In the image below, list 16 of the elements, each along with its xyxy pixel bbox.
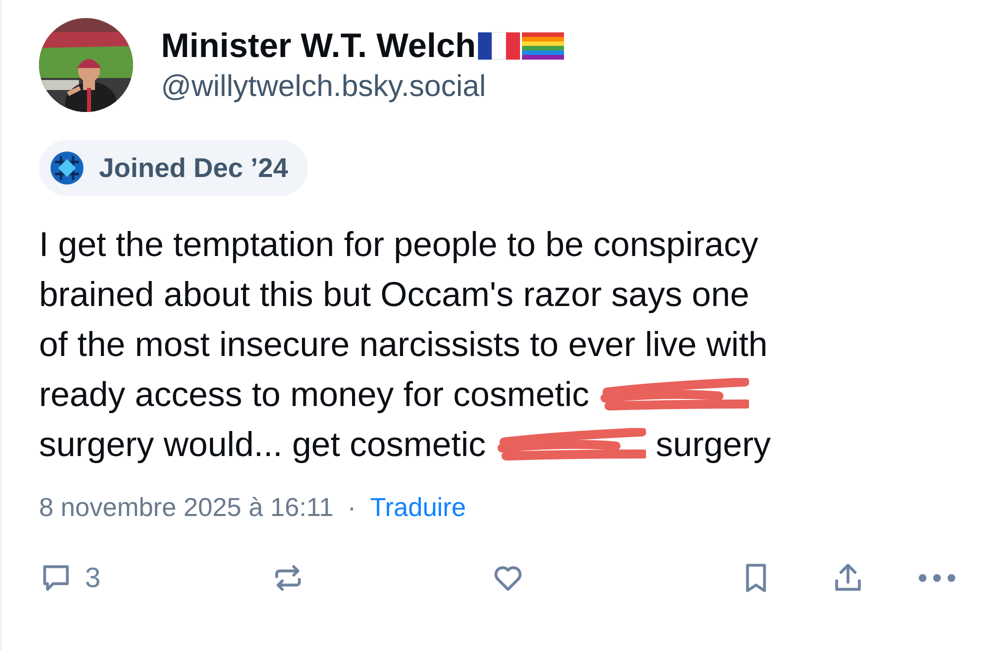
post-text: surgery would... get cosmetic: [39, 425, 486, 466]
joined-badge: Joined Dec ’24: [39, 140, 308, 196]
post-text: surgery: [656, 425, 771, 466]
post-text: ready access to money for cosmetic: [39, 375, 590, 416]
reply-count: 3: [85, 562, 101, 594]
separator-dot: ·: [347, 492, 356, 523]
rainbow-flag-icon: [522, 30, 564, 62]
post-text: brained about this but Occam's razor says one: [39, 275, 750, 316]
post-text: of the most insecure narcissists to ever live with: [39, 325, 768, 366]
user-handle[interactable]: @willytwelch.bsky.social: [161, 70, 564, 104]
france-flag-icon: [478, 30, 520, 62]
post-text: I get the temptation for people to be conspiracy: [39, 225, 758, 266]
translate-link[interactable]: Traduire: [370, 492, 466, 523]
display-name[interactable]: Minister W.T. Welch: [161, 26, 476, 66]
post-timestamp[interactable]: 8 novembre 2025 à 16:11: [39, 492, 334, 523]
chip-icon: [49, 150, 85, 186]
